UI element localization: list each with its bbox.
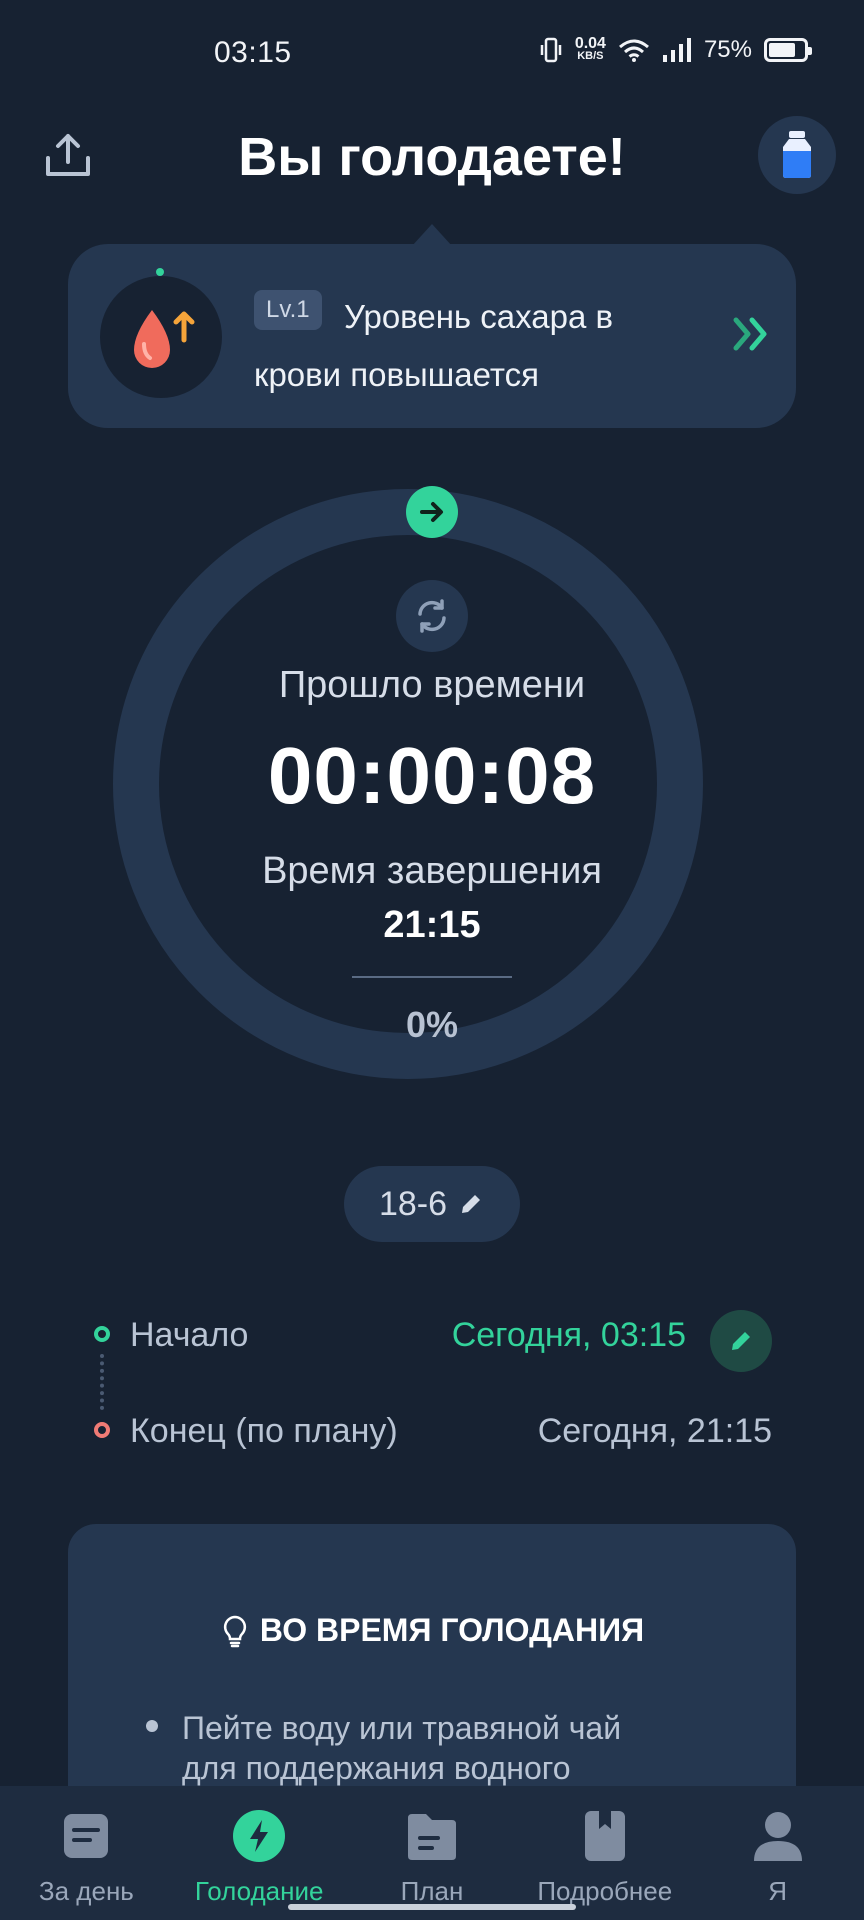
end-time-label: Время завершения [262, 850, 602, 892]
nav-day-label: За день [38, 1876, 134, 1906]
water-bottle-button[interactable] [758, 116, 836, 194]
daily-note-icon [58, 1808, 114, 1864]
plan-selector-button[interactable]: 18-6 [344, 1166, 520, 1242]
tip-item: Пейте воду или травяной чай для поддержа… [182, 1710, 622, 1786]
vibrate-icon [540, 37, 562, 63]
start-label: Начало [130, 1316, 249, 1354]
pencil-icon [462, 1195, 481, 1213]
ring-divider [352, 976, 512, 978]
arrow-right-icon [420, 502, 443, 522]
wifi-icon [618, 39, 649, 62]
battery-percent: 75% [703, 36, 752, 63]
book-icon [577, 1808, 633, 1864]
elapsed-label: Прошло времени [278, 664, 586, 706]
elapsed-time: 00:00:08 [267, 731, 597, 820]
timeline-connector [100, 1354, 104, 1410]
battery-icon [764, 38, 812, 62]
battery-fill [769, 43, 795, 57]
end-plan-label: Конец (по плану) [130, 1412, 398, 1450]
end-plan-value: Сегодня, 21:15 [537, 1412, 772, 1450]
nav-plan[interactable]: План [346, 1786, 519, 1920]
level-badge: Lv.1 [254, 290, 322, 330]
refresh-icon [418, 599, 446, 633]
network-speed-value: 0.04 [574, 35, 606, 52]
nav-me-label: Я [768, 1876, 787, 1906]
progress-percent: 0% [405, 1004, 459, 1045]
stage-card-pointer [412, 224, 452, 246]
tip-bullet [146, 1720, 158, 1732]
stage-details-button[interactable] [730, 312, 774, 356]
nav-me[interactable]: Я [691, 1786, 864, 1920]
plan-label: 18-6 [378, 1184, 448, 1223]
end-time-value: 21:15 [383, 904, 481, 946]
start-time-value[interactable]: Сегодня, 03:15 [452, 1316, 686, 1355]
refresh-button[interactable] [396, 580, 468, 652]
tips-header: ВО ВРЕМЯ ГОЛОДАНИЯ [0, 1612, 864, 1649]
nav-plan-label: План [400, 1876, 464, 1906]
pencil-icon [732, 1332, 750, 1350]
nav-fasting[interactable]: Голодание [173, 1786, 346, 1920]
folder-icon [404, 1808, 460, 1864]
blood-sugar-icon [134, 310, 195, 368]
stage-icon-circle [100, 276, 222, 398]
edit-start-button[interactable] [710, 1310, 772, 1372]
status-time: 03:15 [214, 36, 292, 69]
network-speed: 0.04 KB/S [574, 35, 606, 63]
stage-progress-dot [156, 268, 164, 276]
end-marker [94, 1422, 110, 1438]
double-chevron-right-icon [733, 317, 767, 351]
page-title: Вы голодаете! [238, 127, 626, 187]
home-indicator[interactable] [288, 1904, 576, 1910]
water-bottle-icon [783, 131, 811, 178]
lightbulb-icon [223, 1615, 247, 1647]
lightning-icon [231, 1808, 287, 1864]
network-speed-unit: KB/S [577, 50, 604, 62]
signal-icon [662, 38, 691, 62]
nav-fasting-label: Голодание [194, 1876, 324, 1906]
nav-more[interactable]: Подробнее [518, 1786, 691, 1920]
progress-marker [406, 486, 458, 538]
nav-more-label: Подробнее [537, 1876, 673, 1906]
start-marker [94, 1326, 110, 1342]
status-icons: 0.04 KB/S 75% [539, 35, 812, 64]
nav-day[interactable]: За день [0, 1786, 173, 1920]
bottom-navigation: За день Голодание План Подробнее Я [0, 1786, 864, 1920]
tips-title: ВО ВРЕМЯ ГОЛОДАНИЯ [259, 1612, 645, 1648]
profile-icon [750, 1808, 806, 1864]
